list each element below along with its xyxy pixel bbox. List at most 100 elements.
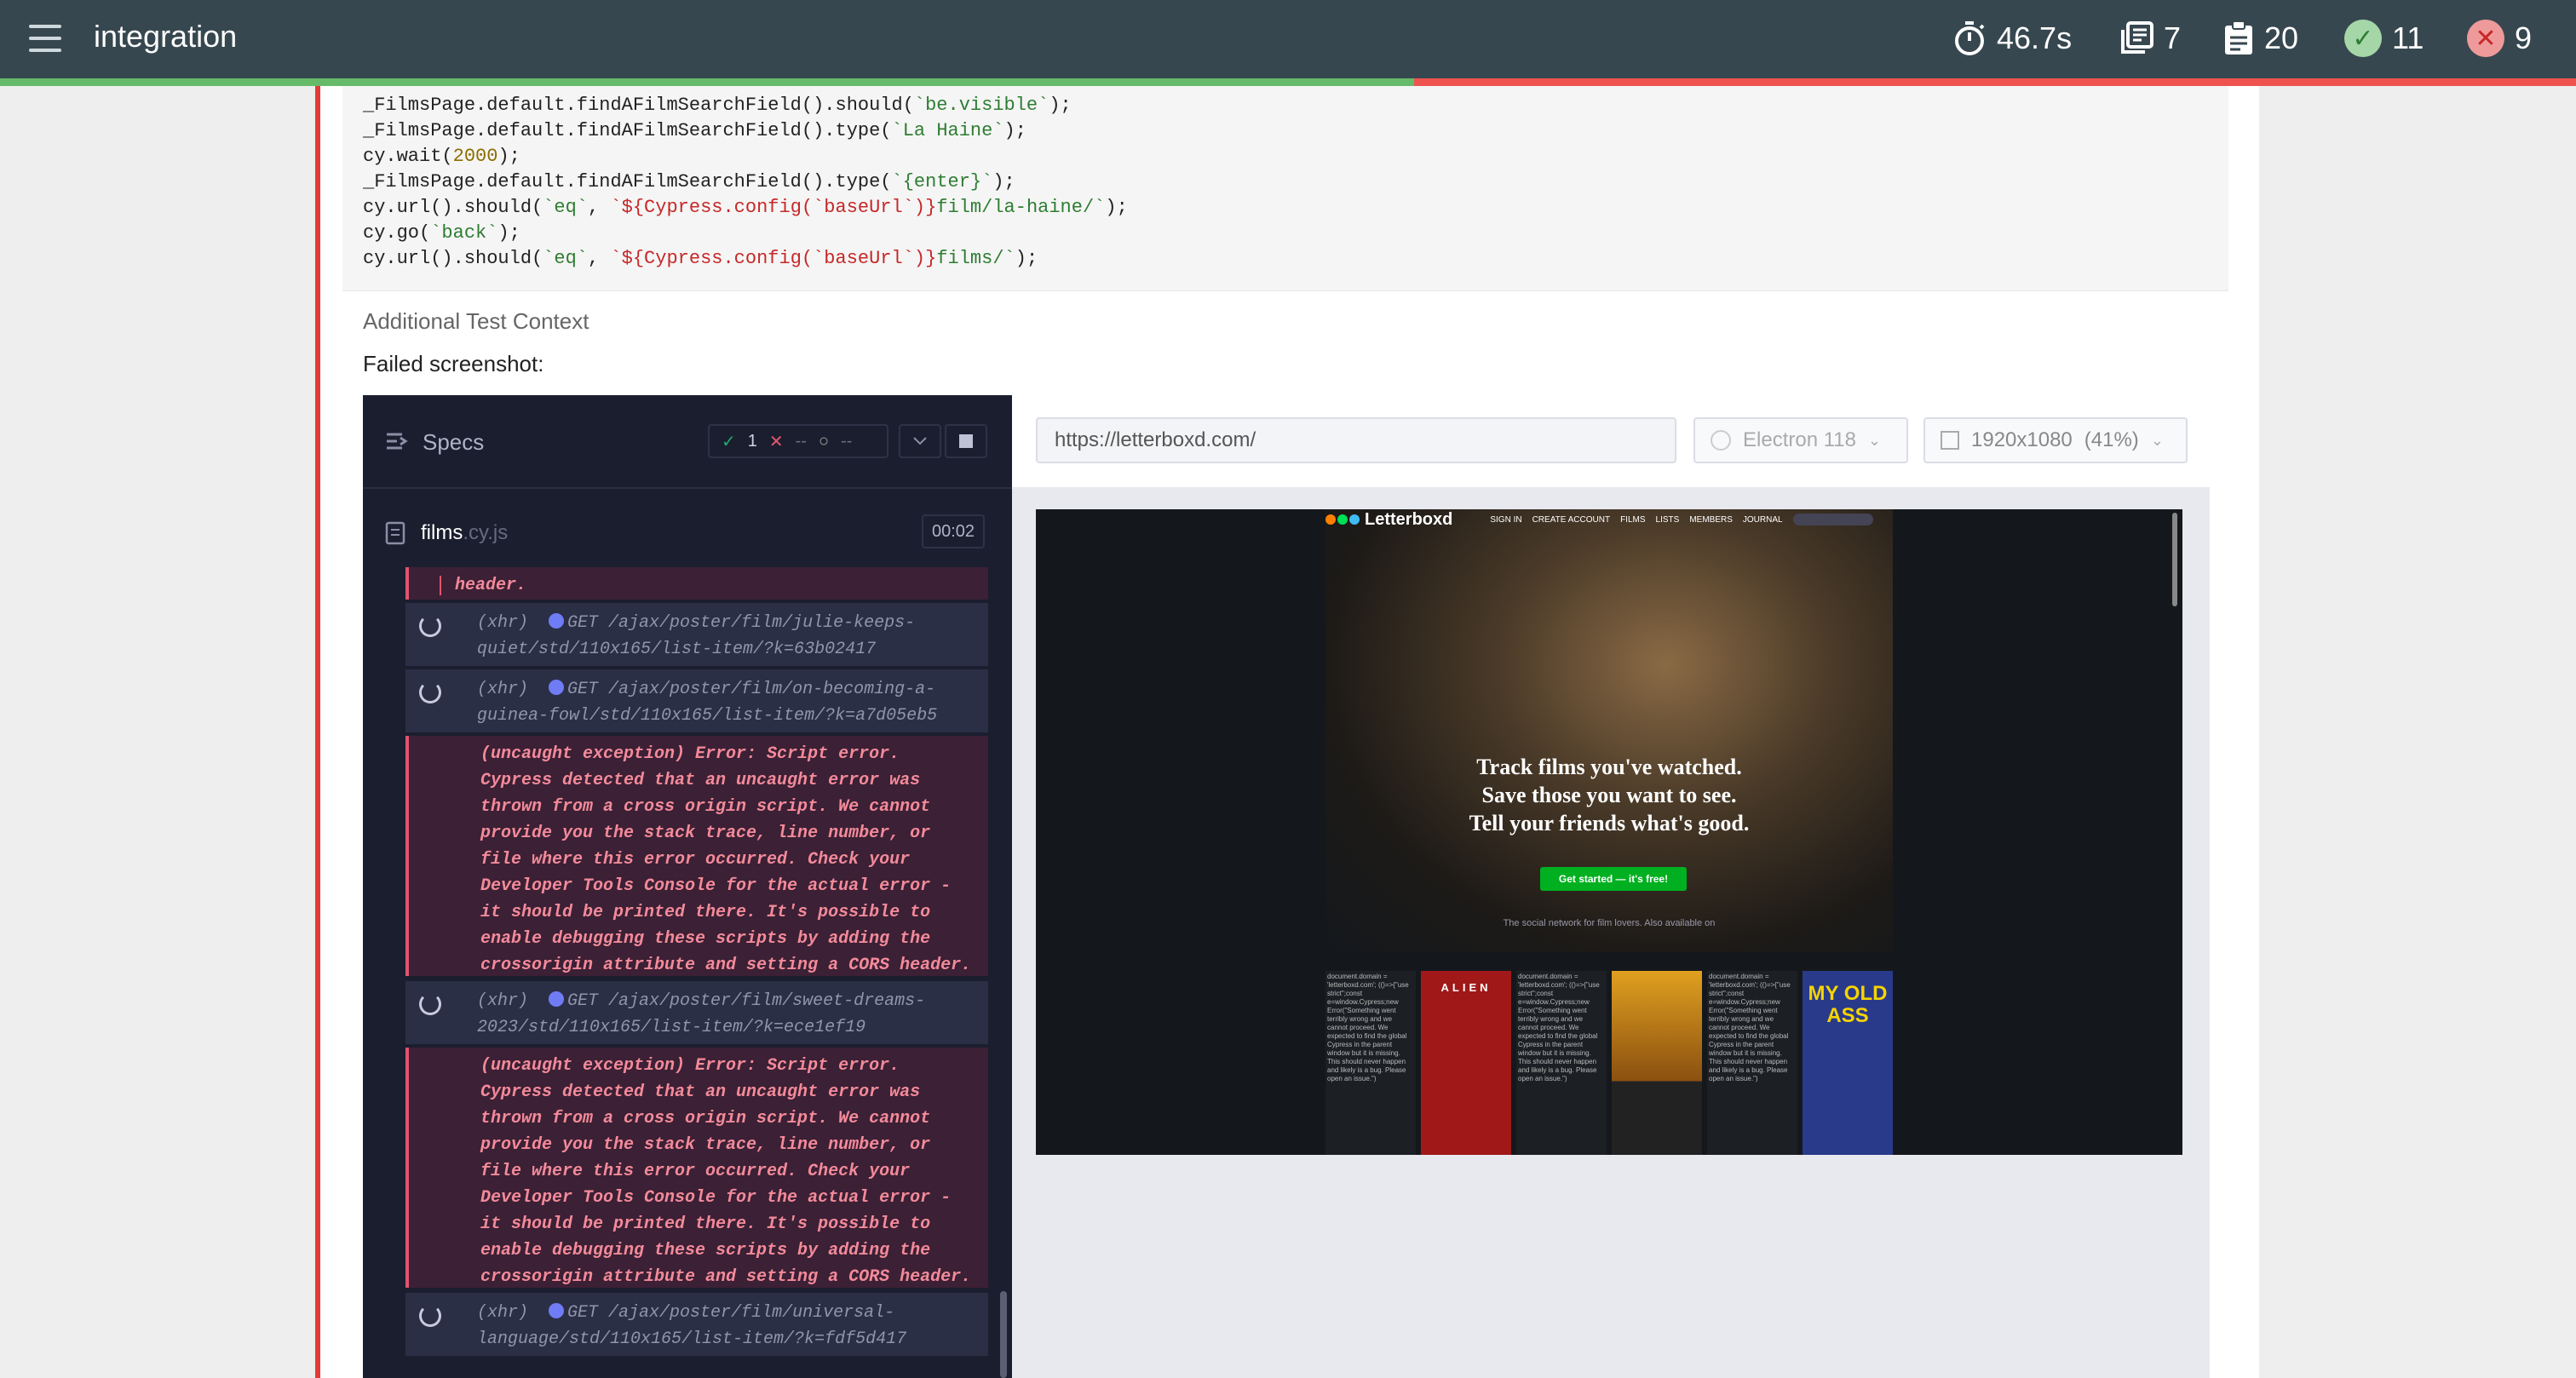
- tagline: Track films you've watched. Save those y…: [1325, 753, 1893, 837]
- command-log-error[interactable]: header.: [405, 567, 988, 600]
- search-input[interactable]: [1792, 514, 1873, 525]
- test-code-block: _FilmsPage.default.findAFilmSearchField(…: [342, 86, 2228, 291]
- command-log-xhr[interactable]: (xhr) GET /ajax/poster/film/on-becoming-…: [405, 669, 988, 732]
- spec-file-row[interactable]: films.cy.js 00:02: [363, 489, 1012, 574]
- stop-button[interactable]: [945, 424, 987, 458]
- code-line: _FilmsPage.default.findAFilmSearchField(…: [363, 95, 1072, 116]
- tagline-line: Save those you want to see.: [1481, 783, 1737, 807]
- spec-file-name: films.cy.js: [421, 521, 509, 544]
- failed-indicator: [315, 86, 320, 1378]
- pass-check-icon: ✓: [722, 432, 736, 451]
- xhr-prefix: (xhr): [477, 680, 529, 699]
- social-line: The social network for film lovers. Also…: [1503, 918, 1716, 928]
- poster-error-text: document.domain = 'letterboxd.com'; (()=…: [1707, 971, 1797, 1155]
- spinner-icon: [419, 993, 441, 1015]
- viewport-icon: [1941, 431, 1959, 450]
- chevron-down-icon: ⌄: [2150, 431, 2164, 449]
- poster-my-old-ass[interactable]: MY OLD ASS: [1803, 971, 1893, 1155]
- command-log-xhr[interactable]: (xhr) GET /ajax/poster/film/sweet-dreams…: [405, 981, 988, 1044]
- cypress-runner-panel: Specs ✓ 1 ✕ -- ○ -- films.cy.js 00:02 heade…: [363, 395, 1012, 1378]
- menu-icon[interactable]: [29, 25, 61, 54]
- collapse-button[interactable]: [899, 424, 941, 458]
- pass-progress-fill: [0, 78, 1414, 86]
- code-line: cy.go(`back`);: [363, 222, 520, 244]
- suites-stat: 7: [2119, 17, 2181, 60]
- letterboxd-logo[interactable]: Letterboxd: [1325, 510, 1452, 530]
- command-log-xhr[interactable]: (xhr) GET /ajax/poster/film/julie-keeps-…: [405, 603, 988, 666]
- nav-lists[interactable]: LISTS: [1656, 515, 1680, 525]
- aut-scrollbar[interactable]: [2172, 513, 2177, 606]
- suites-icon: [2121, 21, 2153, 54]
- browser-name: Electron 118: [1743, 428, 1856, 451]
- failed-stat: ✕ 9: [2467, 17, 2532, 60]
- top-bar: integration 46.7s 7 20 ✓ 11 ✕ 9: [0, 0, 2576, 78]
- failed-count: --: [795, 431, 807, 451]
- duration-stat: 46.7s: [1952, 17, 2072, 60]
- command-text: GET /ajax/poster/film/sweet-dreams-2023/…: [477, 991, 926, 1037]
- suites-value: 7: [2164, 20, 2182, 55]
- viewport-zoom: (41%): [2084, 428, 2139, 451]
- stop-icon: [959, 434, 973, 448]
- failed-value: 9: [2515, 20, 2533, 55]
- get-started-button[interactable]: Get started — it's free!: [1540, 867, 1687, 891]
- duration-value: 46.7s: [1997, 20, 2073, 55]
- code-line: cy.wait(2000);: [363, 146, 520, 167]
- passed-stat: ✓ 11: [2344, 17, 2424, 60]
- nav-journal[interactable]: JOURNAL: [1743, 515, 1783, 525]
- document-icon: [385, 521, 405, 545]
- poster-error-text: document.domain = 'letterboxd.com'; (()=…: [1325, 971, 1416, 1155]
- failed-screenshot: Specs ✓ 1 ✕ -- ○ -- films.cy.js 00:02 heade…: [363, 395, 2210, 1378]
- url-bar[interactable]: https://letterboxd.com/: [1036, 417, 1676, 463]
- poster-film[interactable]: [1612, 971, 1702, 1155]
- command-log-error[interactable]: (uncaught exception) Error: Script error…: [405, 736, 988, 976]
- xhr-dot-icon: [549, 1303, 565, 1318]
- xhr-prefix: (xhr): [477, 991, 529, 1011]
- passed-value: 11: [2392, 20, 2424, 55]
- command-log-scrollbar[interactable]: [1000, 1291, 1007, 1378]
- code-line: cy.url().should(`eq`, `${Cypress.config(…: [363, 197, 1128, 218]
- code-line: cy.url().should(`eq`, `${Cypress.config(…: [363, 248, 1038, 269]
- code-line: _FilmsPage.default.findAFilmSearchField(…: [363, 171, 1015, 192]
- passed-count: 1: [747, 431, 757, 451]
- browser-select[interactable]: Electron 118 ⌄: [1693, 417, 1908, 463]
- viewport-select[interactable]: 1920x1080 (41%) ⌄: [1923, 417, 2188, 463]
- spec-duration: 00:02: [922, 514, 985, 548]
- xhr-dot-icon: [549, 991, 565, 1007]
- chevron-down-icon: [913, 437, 927, 445]
- command-text: header.: [440, 576, 527, 595]
- chevron-down-icon: ⌄: [1867, 431, 1882, 449]
- nav-create-account[interactable]: CREATE ACCOUNT: [1532, 515, 1611, 525]
- nav-sign-in[interactable]: SIGN IN: [1490, 515, 1521, 525]
- nav-members[interactable]: MEMBERS: [1689, 515, 1733, 525]
- command-log-error[interactable]: (uncaught exception) Error: Script error…: [405, 1048, 988, 1288]
- tagline-line: Track films you've watched.: [1476, 755, 1742, 779]
- failed-screenshot-label: Failed screenshot:: [363, 351, 544, 376]
- xhr-dot-icon: [549, 613, 565, 629]
- xhr-prefix: (xhr): [477, 613, 529, 633]
- nav-films[interactable]: FILMS: [1620, 515, 1645, 525]
- check-icon: ✓: [2344, 20, 2382, 57]
- pending-spinner-icon: ○: [818, 431, 830, 451]
- app-under-test: Letterboxd SIGN IN CREATE ACCOUNT FILMS …: [1036, 509, 2182, 1155]
- specs-label[interactable]: Specs: [423, 429, 484, 456]
- command-text: (uncaught exception) Error: Script error…: [480, 1056, 972, 1287]
- cross-icon: ✕: [2467, 20, 2504, 57]
- spinner-icon: [419, 615, 441, 637]
- fail-cross-icon: ✕: [768, 432, 784, 451]
- poster-alien[interactable]: ALIEN: [1421, 971, 1511, 1155]
- poster-error-text: document.domain = 'letterboxd.com'; (()=…: [1516, 971, 1607, 1155]
- command-text: GET /ajax/poster/film/julie-keeps-quiet/…: [477, 613, 916, 659]
- xhr-dot-icon: [549, 680, 565, 695]
- xhr-prefix: (xhr): [477, 1303, 529, 1323]
- context-title: Additional Test Context: [363, 308, 589, 334]
- viewport-size: 1920x1080: [1971, 428, 2073, 451]
- spinner-icon: [419, 681, 441, 703]
- browser-icon: [1711, 430, 1731, 451]
- clipboard-icon: [2225, 20, 2252, 55]
- spinner-icon: [419, 1305, 441, 1327]
- aut-nav: Letterboxd SIGN IN CREATE ACCOUNT FILMS …: [1325, 509, 1893, 530]
- poster-grid: document.domain = 'letterboxd.com'; (()=…: [1325, 971, 1893, 1155]
- command-log-xhr[interactable]: (xhr) GET /ajax/poster/film/universal-la…: [405, 1293, 988, 1356]
- tagline-line: Tell your friends what's good.: [1469, 811, 1750, 835]
- code-line: _FilmsPage.default.findAFilmSearchField(…: [363, 120, 1026, 141]
